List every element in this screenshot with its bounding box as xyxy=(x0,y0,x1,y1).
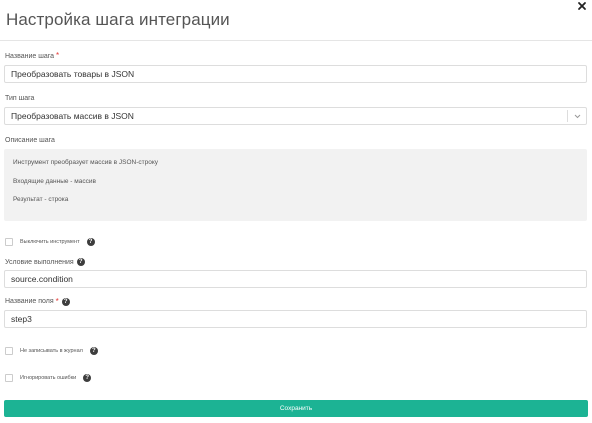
field-name-label-row: Название поля * ? xyxy=(5,297,70,306)
ignore-errors-label: Игнорировать ошибки xyxy=(20,375,77,381)
required-mark: * xyxy=(55,51,60,60)
step-type-label: Тип шага xyxy=(5,95,35,102)
help-icon[interactable]: ? xyxy=(61,297,70,306)
field-name-label: Название поля xyxy=(5,298,54,305)
select-dropdown-toggle[interactable] xyxy=(567,110,586,122)
ignore-errors-checkbox[interactable] xyxy=(5,374,13,382)
required-mark: * xyxy=(55,297,59,306)
disable-tool-label: Выключить инструмент xyxy=(20,239,80,245)
ignore-errors-row: Игнорировать ошибки ? xyxy=(5,374,92,382)
description-label: Описание шага xyxy=(5,137,55,144)
description-line: Входящие данные - массив xyxy=(13,178,96,185)
no-log-row: Не записывать в журнал ? xyxy=(5,347,98,355)
description-box: Инструмент преобразует массив в JSON-стр… xyxy=(4,149,587,221)
disable-tool-row: Выключить инструмент ? xyxy=(5,238,95,246)
help-icon[interactable]: ? xyxy=(76,258,85,266)
condition-input[interactable]: source.condition xyxy=(4,270,587,288)
help-icon[interactable]: ? xyxy=(89,347,98,355)
field-name-input[interactable]: step3 xyxy=(4,310,587,328)
step-name-input[interactable]: Преобразовать товары в JSON xyxy=(4,65,587,83)
dialog-title: Настройка шага интеграции xyxy=(6,10,230,29)
help-icon[interactable]: ? xyxy=(86,238,95,246)
chevron-down-icon xyxy=(574,114,580,118)
step-type-select[interactable]: Преобразовать массив в JSON xyxy=(4,107,587,125)
close-icon[interactable] xyxy=(577,1,587,11)
step-type-selected: Преобразовать массив в JSON xyxy=(11,111,134,121)
no-log-label: Не записывать в журнал xyxy=(20,348,83,354)
header-divider xyxy=(0,40,592,41)
help-icon[interactable]: ? xyxy=(83,374,92,382)
step-name-label: Название шага * xyxy=(5,51,60,60)
condition-label: Условие выполнения xyxy=(5,258,74,266)
save-button[interactable]: Сохранить xyxy=(4,400,588,417)
description-line: Результат - строка xyxy=(13,196,69,203)
no-log-checkbox[interactable] xyxy=(5,347,13,355)
description-line: Инструмент преобразует массив в JSON-стр… xyxy=(13,159,159,166)
disable-tool-checkbox[interactable] xyxy=(5,238,13,246)
condition-label-row: Условие выполнения ? xyxy=(5,258,85,266)
